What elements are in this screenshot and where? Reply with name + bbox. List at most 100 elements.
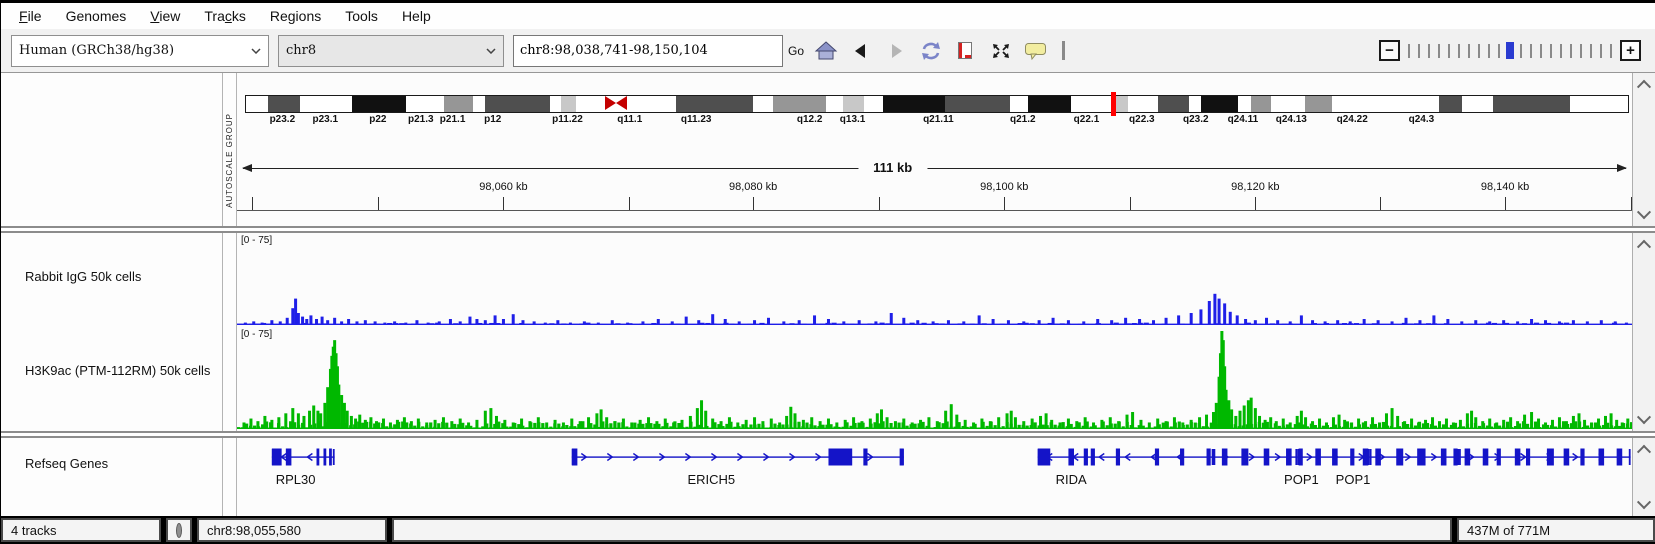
menu-item-help[interactable]: Help [390,6,443,26]
genome-select[interactable]: Human (GRCh38/hg38) [11,35,269,67]
ruler-tick-label: 98,060 kb [479,181,527,193]
locus-data-area: p23.2p23.1p22p21.3p21.1p12p11.22q11.1q11… [237,73,1632,226]
track-row-h3k9ac[interactable]: [0 - 75] [237,327,1632,431]
gene-data-area: RPL30ERICH5RIDAPOP1POP1 [237,438,1632,516]
cytoband [773,96,827,112]
scroll-down-icon[interactable] [1636,412,1652,428]
zoom-slider-tick [1448,44,1450,58]
zoom-slider-thumb[interactable] [1506,42,1514,59]
chromosome-select[interactable]: chr8 [278,35,504,67]
menu-item-tracks[interactable]: Tracks [192,6,257,26]
track-row-rabbit-igg[interactable]: [0 - 75] [237,233,1632,327]
zoom-slider-tick [1590,44,1592,58]
gene-label-erich5: ERICH5 [687,472,735,487]
zoom-slider[interactable] [1404,42,1616,59]
gene-label-rpl30: RPL30 [276,472,316,487]
cytoband [1115,96,1127,112]
ruler-tick [753,197,754,210]
menu-item-tools[interactable]: Tools [333,6,390,26]
ruler-tick [629,197,630,210]
gene-label-pop1: POP1 [1336,472,1371,487]
cytoband-label: q22.1 [1074,114,1100,125]
cytoband [826,96,843,112]
panel-splitter[interactable] [1,431,1655,438]
cytoband [352,96,406,112]
attribute-column [223,438,237,516]
fit-to-window-icon[interactable] [988,39,1014,63]
scroll-down-icon[interactable] [1636,497,1652,513]
track-count-box: 4 tracks [1,518,161,542]
scrollbar-panel1[interactable] [1632,73,1655,226]
track-data-area: [0 - 75] [0 - 75] [237,233,1632,431]
cytoband [1271,96,1304,112]
current-position-marker [1111,92,1116,116]
track-name-rabbit-igg[interactable]: Rabbit IgG 50k cells [25,269,141,284]
cytoband-label: q21.2 [1010,114,1036,125]
cytoband [1201,96,1238,112]
cytoband-label: q11.1 [617,114,642,125]
home-icon[interactable] [813,39,839,63]
cytoband [550,96,561,112]
scrollbar-panel3[interactable] [1632,438,1655,516]
cytoband [1251,96,1272,112]
scroll-down-icon[interactable] [1636,207,1652,223]
cytoband [1305,96,1333,112]
back-icon[interactable] [848,39,874,63]
igv-window: FileGenomesViewTracksRegionsToolsHelp Hu… [0,0,1655,544]
scroll-up-icon[interactable] [1636,236,1652,252]
zoom-slider-tick [1560,44,1562,58]
cytoband [945,96,1010,112]
scroll-up-icon[interactable] [1636,441,1652,457]
cytoband [864,96,883,112]
menu-item-regions[interactable]: Regions [258,6,333,26]
ruler-tick [879,197,880,210]
track-name-h3k9ac[interactable]: H3K9ac (PTM-112RM) 50k cells [25,363,210,378]
zoom-control: − + [1379,40,1645,61]
cytoband-label: q21.11 [923,114,954,125]
locus-input[interactable] [513,35,783,67]
cytoband-label: p12 [484,114,501,125]
ruler-tick [1380,197,1381,210]
zoom-out-button[interactable]: − [1379,40,1400,61]
refresh-icon[interactable] [918,39,944,63]
cytoband [1493,96,1570,112]
data-panel: Rabbit IgG 50k cells H3K9ac (PTM-112RM) … [1,233,1655,431]
cytoband [676,96,753,112]
memory-usage-box: 437M of 771M [1457,518,1655,542]
centromere-left-triangle [605,96,616,110]
cytoband [1028,96,1071,112]
cytoband-label: p23.1 [312,114,338,125]
track-name-refseq-genes[interactable]: Refseq Genes [25,456,108,471]
zoom-slider-tick [1520,44,1522,58]
ruler-tick-label: 98,120 kb [1231,181,1279,193]
chromosome-ideogram[interactable] [245,95,1629,113]
zoom-in-button[interactable]: + [1620,40,1641,61]
gene-label-rida: RIDA [1056,472,1087,487]
go-button[interactable]: Go [788,44,804,58]
cytoband-label: q22.3 [1129,114,1155,125]
centromere-right-triangle [616,96,627,110]
forward-icon[interactable] [883,39,909,63]
cytoband-label: p23.2 [270,114,296,125]
ruler-tick-label: 98,100 kb [980,181,1028,193]
ruler-left-arrowhead [242,164,252,172]
status-bar: 4 tracks chr8:98,055,580 437M of 771M [1,516,1655,544]
region-of-interest-icon[interactable] [953,39,979,63]
menu-item-view[interactable]: View [138,6,192,26]
ruler-tick-label: 98,080 kb [729,181,777,193]
cytoband-label: q24.3 [1409,114,1435,125]
cytoband [1570,96,1628,112]
cytoband [485,96,550,112]
scrollbar-panel2[interactable] [1632,233,1655,431]
scroll-up-icon[interactable] [1636,76,1652,92]
menu-item-genomes[interactable]: Genomes [54,6,139,26]
panel-splitter[interactable] [1,226,1655,233]
zoom-slider-tick [1458,44,1460,58]
attribute-column [223,233,237,431]
zoom-slider-tick [1550,44,1552,58]
tooltip-comment-icon[interactable] [1023,39,1049,63]
cytoband-label: q12.2 [797,114,823,125]
ruler-tick [1004,197,1005,210]
menu-item-file[interactable]: File [7,6,54,26]
ruler-tick [378,197,379,210]
